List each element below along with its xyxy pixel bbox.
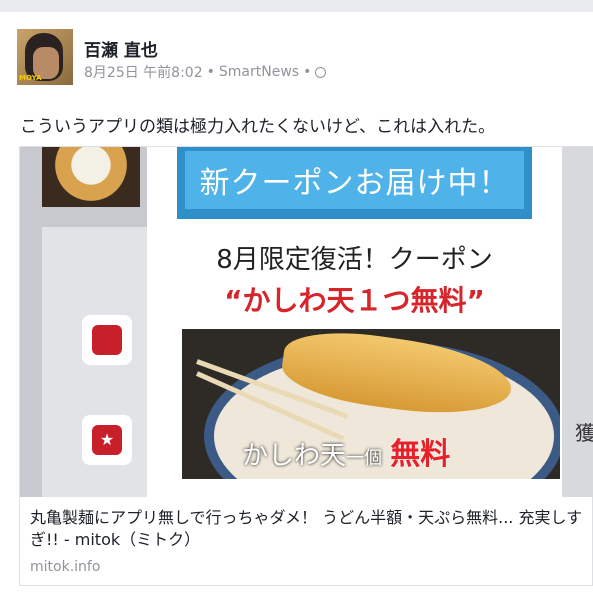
avatar-tag: MOYA: [19, 74, 42, 82]
post-text: こういうアプリの類は極力入れたくないけど、これは入れた。: [20, 117, 496, 137]
coupon-banner-inner: 新クーポンお届け中！: [185, 151, 524, 209]
link-preview[interactable]: 獲 新クーポンお届け中！ 8月限定復活！クーポン “かしわ天１つ無料” かしわ天…: [19, 146, 593, 586]
link-image[interactable]: 獲 新クーポンお届け中！ 8月限定復活！クーポン “かしわ天１つ無料” かしわ天…: [20, 147, 593, 497]
background-food-image: [42, 147, 140, 207]
coupon-banner: 新クーポンお届け中！: [177, 147, 532, 219]
coupon-banner-text: 新クーポンお届け中！: [199, 166, 510, 201]
ticket-icon: [82, 415, 132, 465]
link-title[interactable]: 丸亀製麺にアプリ無しで行っちゃダメ！ うどん半額・天ぷら無料... 充実しすぎ!…: [30, 507, 586, 551]
meta-separator: •: [303, 64, 312, 80]
author-name[interactable]: 百瀬 直也: [84, 36, 158, 61]
background-partial-text: 獲: [575, 421, 593, 445]
photo-caption-main: かしわ天: [242, 441, 347, 471]
post-source[interactable]: SmartNews: [219, 64, 299, 80]
bowl-icon: [82, 315, 132, 365]
post-meta: 8月25日 午前8:02 • SmartNews •: [84, 62, 327, 82]
coupon-offer: “かしわ天１つ無料”: [224, 284, 485, 317]
coupon-graphic: 新クーポンお届け中！ 8月限定復活！クーポン “かしわ天１つ無料” かしわ天一個…: [147, 147, 562, 497]
photo-caption-free: 無料: [390, 437, 451, 472]
tempura-photo: かしわ天一個 無料: [182, 329, 560, 479]
post-card: MOYA 百瀬 直也 8月25日 午前8:02 • SmartNews • こう…: [0, 12, 593, 593]
photo-caption-small: 一個: [346, 448, 383, 469]
link-domain: mitok.info: [30, 559, 101, 575]
globe-icon[interactable]: [315, 66, 327, 78]
photo-caption: かしわ天一個 無料: [242, 429, 450, 473]
post-date[interactable]: 8月25日 午前8:02: [84, 62, 203, 82]
meta-separator: •: [206, 64, 215, 80]
coupon-headline: 8月限定復活！クーポン: [216, 245, 493, 275]
avatar[interactable]: MOYA: [17, 29, 73, 85]
